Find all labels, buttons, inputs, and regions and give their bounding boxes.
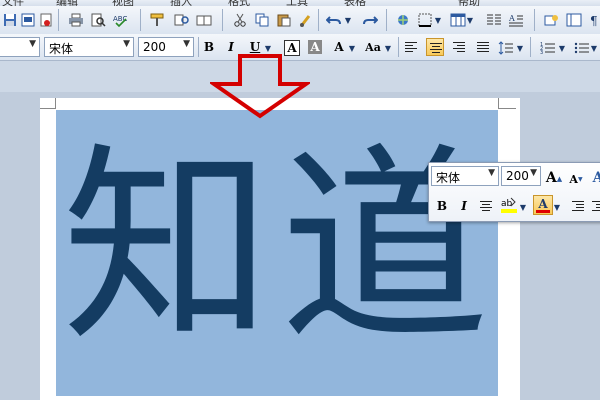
highlight-icon[interactable]: ab <box>499 195 519 215</box>
margin-corner-top-right <box>498 98 499 109</box>
font-name-value: 宋体 <box>49 42 74 56</box>
copy-icon[interactable] <box>252 10 272 30</box>
web-page-icon[interactable] <box>18 10 38 30</box>
align-center-icon[interactable] <box>426 38 444 56</box>
paste-icon[interactable] <box>274 10 294 30</box>
chevron-down-icon: ▼ <box>29 39 36 49</box>
line-spacing-dropdown-icon[interactable]: ▼ <box>516 38 524 58</box>
numbering-icon[interactable]: 123 <box>538 38 558 58</box>
chevron-down-icon: ▼ <box>488 168 495 178</box>
format-painter-icon[interactable] <box>148 10 168 30</box>
chevron-down-icon: ▼ <box>123 39 130 49</box>
columns-icon[interactable] <box>484 10 504 30</box>
insert-table-icon[interactable] <box>448 10 468 30</box>
svg-text:3: 3 <box>540 50 543 55</box>
grow-arrow-icon: ▲ <box>556 173 563 183</box>
bullets-icon[interactable] <box>572 38 592 58</box>
font-color-button[interactable]: A <box>533 195 553 215</box>
shrink-font-button[interactable]: A ▼ <box>567 170 585 188</box>
spelling-icon[interactable]: ABC <box>110 10 130 30</box>
numbering-dropdown-icon[interactable]: ▼ <box>558 38 566 58</box>
mini-font-size-value: 200 <box>506 169 529 183</box>
line-spacing-icon[interactable] <box>496 38 516 58</box>
change-case-dropdown-icon[interactable]: ▼ <box>384 38 392 58</box>
styles-icon[interactable]: A <box>589 169 600 187</box>
document-map-icon[interactable] <box>564 10 584 30</box>
align-right-icon[interactable] <box>450 38 468 56</box>
research-icon[interactable] <box>172 10 192 30</box>
print-preview-icon[interactable] <box>88 10 108 30</box>
increase-indent-icon[interactable] <box>589 197 600 215</box>
mini-italic-button[interactable]: I <box>455 197 473 215</box>
table-dropdown-icon[interactable]: ▼ <box>466 10 474 30</box>
grow-font-button[interactable]: A ▲ <box>545 169 563 187</box>
drawing-icon[interactable] <box>542 10 562 30</box>
cut-icon[interactable] <box>230 10 250 30</box>
undo-dropdown-icon[interactable]: ▼ <box>344 10 352 30</box>
svg-text:ab: ab <box>501 199 513 209</box>
char-shading-button[interactable]: A <box>308 40 322 54</box>
mini-font-name-value: 宋体 <box>436 171 461 185</box>
font-size-value: 200 <box>143 40 166 54</box>
mini-font-size-dropdown[interactable]: 200 ▼ <box>501 166 541 186</box>
svg-text:¶: ¶ <box>590 14 598 27</box>
margin-corner-top-left <box>40 108 56 109</box>
margin-corner-top-right <box>498 108 516 109</box>
shrink-arrow-icon: ▼ <box>577 175 583 183</box>
svg-text:A: A <box>508 14 515 23</box>
save-icon[interactable] <box>0 10 20 30</box>
font-size-dropdown[interactable]: 200 ▼ <box>138 37 194 57</box>
mini-toolbar-row-2: B I ab ▼ A ▼ <box>429 193 600 219</box>
text-direction-icon[interactable]: A <box>506 10 526 30</box>
font-color-dropdown-icon[interactable]: ▼ <box>553 197 561 217</box>
margin-corner-top-left <box>55 98 56 109</box>
font-name-dropdown[interactable]: 宋体 ▼ <box>44 37 134 57</box>
undo-icon[interactable] <box>324 10 344 30</box>
font-color-swatch <box>536 209 550 213</box>
show-hide-icon[interactable]: ¶ <box>586 10 600 30</box>
mini-bold-button[interactable]: B <box>433 197 451 215</box>
pdf-icon[interactable] <box>36 10 56 30</box>
style-dropdown[interactable]: ▼ <box>0 37 40 57</box>
chevron-down-icon: ▼ <box>530 168 537 178</box>
mini-toolbar: 宋体 ▼ 200 ▼ A ▲ A ▼ A B I ab ▼ A ▼ <box>428 162 600 222</box>
align-left-icon[interactable] <box>402 38 420 56</box>
reading-icon[interactable] <box>194 10 214 30</box>
chevron-down-icon: ▼ <box>183 39 190 49</box>
borders-icon[interactable] <box>416 10 436 30</box>
print-icon[interactable] <box>66 10 86 30</box>
redo-icon[interactable] <box>360 10 380 30</box>
arrow-down-icon <box>210 54 310 119</box>
char-scale-dropdown-icon[interactable]: ▼ <box>348 38 356 58</box>
decrease-indent-icon[interactable] <box>569 197 587 215</box>
change-case-button[interactable]: Aa <box>362 38 384 56</box>
justify-icon[interactable] <box>474 38 492 56</box>
standard-toolbar: ABC ▼ ▼ ▼ A ¶ <box>0 6 600 35</box>
mini-font-name-dropdown[interactable]: 宋体 ▼ <box>431 166 499 186</box>
highlight-dropdown-icon[interactable]: ▼ <box>519 197 527 217</box>
borders-dropdown-icon[interactable]: ▼ <box>434 10 442 30</box>
bullets-dropdown-icon[interactable]: ▼ <box>590 38 598 58</box>
hyperlink-icon[interactable] <box>394 10 414 30</box>
painter-brush-icon[interactable] <box>296 10 316 30</box>
char-scale-button[interactable]: A <box>330 38 348 56</box>
mini-align-center-icon[interactable] <box>477 197 495 215</box>
